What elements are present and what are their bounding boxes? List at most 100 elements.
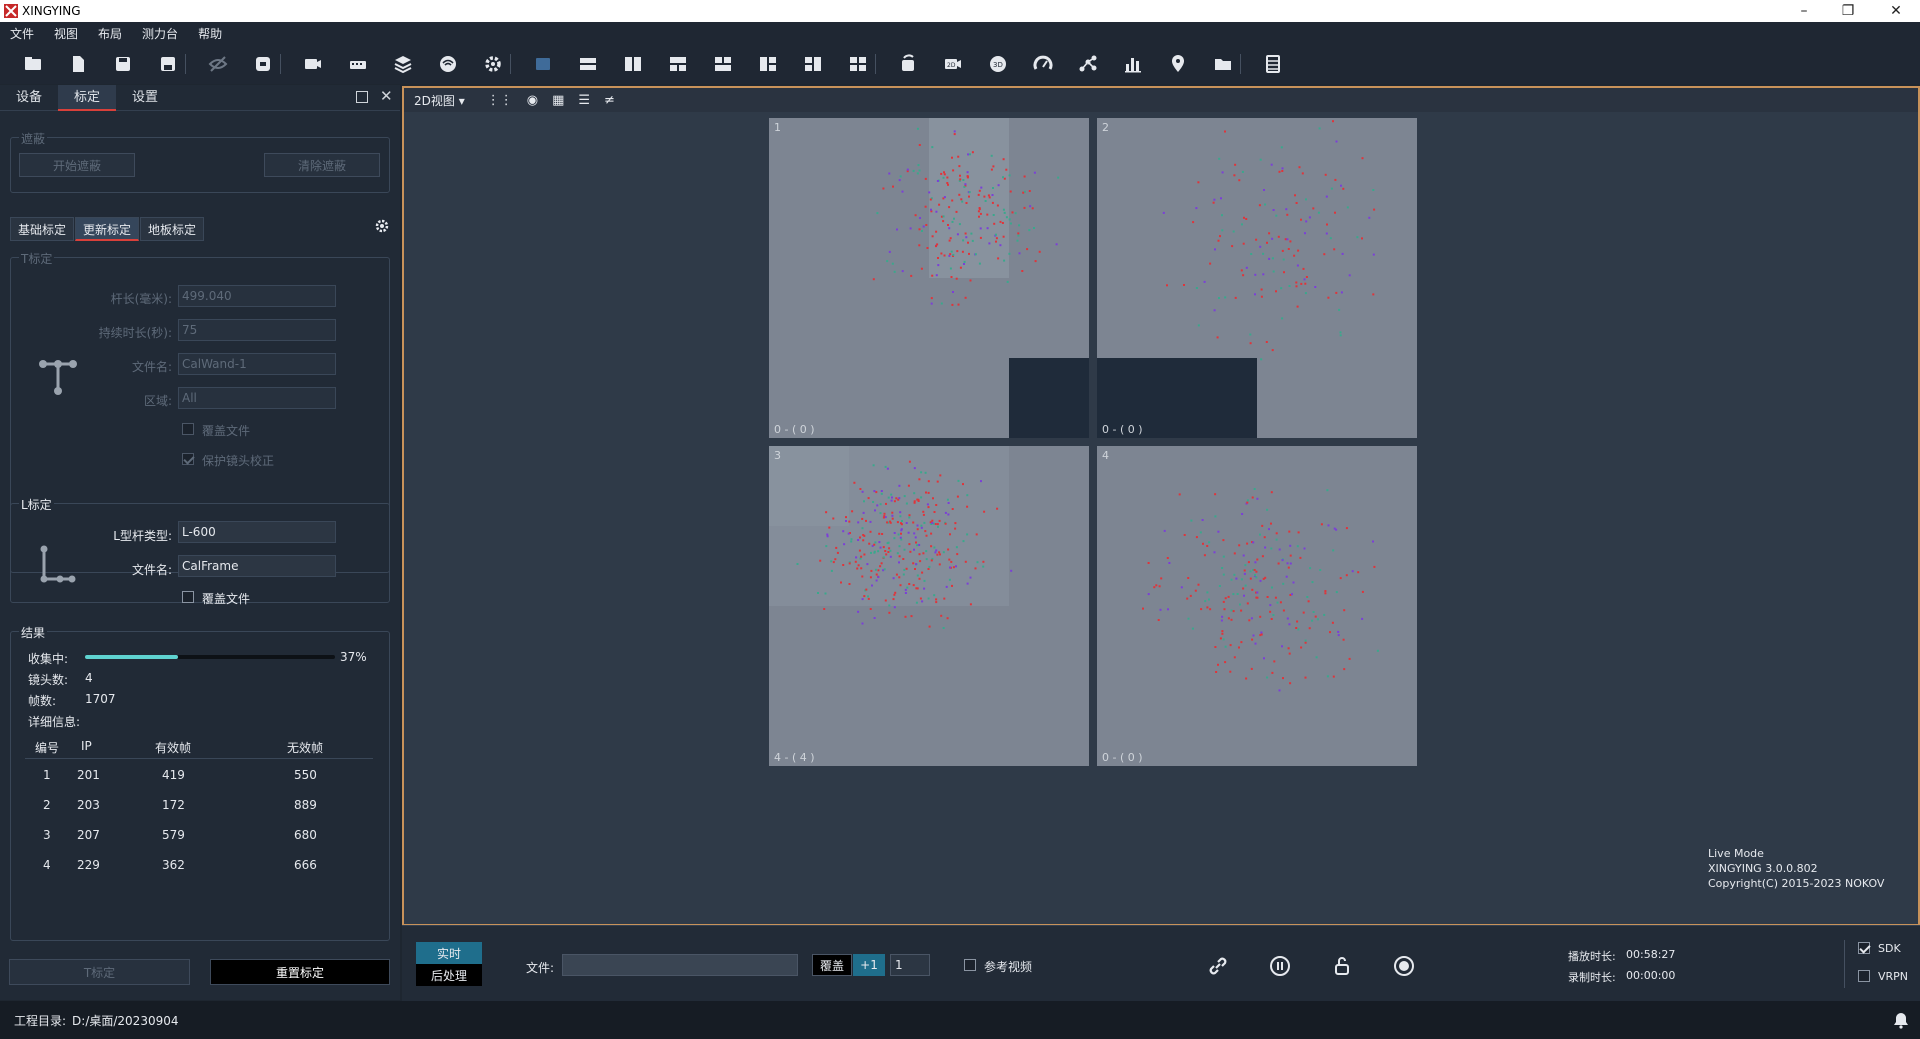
step-spinbox[interactable]: 1 xyxy=(890,954,930,976)
post-process-mode-button[interactable]: 后处理 xyxy=(416,964,482,986)
clear-mask-button[interactable]: 清除遮蔽 xyxy=(264,153,380,177)
settings-gear-icon[interactable] xyxy=(482,53,504,75)
view-mode-dropdown[interactable]: 2D视图 ▾ xyxy=(414,92,465,109)
layout-vertical-icon[interactable] xyxy=(622,53,644,75)
marker-point xyxy=(951,584,953,587)
marker-point xyxy=(1295,202,1298,204)
t-overwrite-checkbox[interactable] xyxy=(182,423,194,435)
gauge-icon[interactable] xyxy=(1032,53,1054,75)
refresh-icon[interactable] xyxy=(252,53,274,75)
visibility-off-icon[interactable] xyxy=(207,53,229,75)
folder-icon[interactable] xyxy=(1212,53,1234,75)
realtime-mode-button[interactable]: 实时 xyxy=(416,942,482,964)
file-field[interactable] xyxy=(562,954,798,976)
reset-calibration-button[interactable]: 重置标定 xyxy=(210,959,390,985)
open-folder-icon[interactable] xyxy=(22,53,44,75)
checker-grid-icon[interactable]: ▦ xyxy=(552,93,564,108)
start-mask-button[interactable]: 开始遮蔽 xyxy=(19,153,135,177)
layout-horizontal-icon[interactable] xyxy=(577,53,599,75)
filter-icon[interactable]: ≠ xyxy=(604,93,615,108)
layers-icon[interactable] xyxy=(392,53,414,75)
marker-point xyxy=(1266,676,1269,679)
close-window-button[interactable]: ✕ xyxy=(1876,0,1916,22)
marker-point xyxy=(887,496,890,499)
pause-icon[interactable] xyxy=(1268,954,1292,978)
menu-view[interactable]: 视图 xyxy=(44,25,88,42)
marker-point xyxy=(1197,181,1200,184)
wand-length-field[interactable]: 499.040 xyxy=(178,285,336,307)
skeleton-icon[interactable] xyxy=(1077,53,1099,75)
device-icon[interactable] xyxy=(347,53,369,75)
undock-icon[interactable] xyxy=(356,91,368,103)
link-icon[interactable] xyxy=(1206,954,1230,978)
marker-point xyxy=(1256,596,1259,599)
tab-floor-calibration[interactable]: 地板标定 xyxy=(140,217,205,241)
tab-update-calibration[interactable]: 更新标定 xyxy=(75,217,140,241)
camera-view-1[interactable]: 1 0 - ( 0 ) xyxy=(769,118,1089,438)
vrpn-checkbox[interactable] xyxy=(1858,970,1870,982)
marker-point xyxy=(931,235,934,238)
save-as-icon[interactable] xyxy=(157,53,179,75)
layout-quad-icon[interactable] xyxy=(847,53,869,75)
duration-field[interactable]: 75 xyxy=(178,319,336,341)
region-select[interactable]: All xyxy=(178,387,336,409)
tab-settings[interactable]: 设置 xyxy=(116,85,174,111)
marker-point xyxy=(872,501,875,503)
tab-basic-calibration[interactable]: 基础标定 xyxy=(10,217,75,241)
l-type-field[interactable]: L-600 xyxy=(178,521,336,543)
markers-icon[interactable]: ⋮⋮ xyxy=(487,93,513,108)
menu-file[interactable]: 文件 xyxy=(0,25,44,42)
layout-right-split-icon[interactable] xyxy=(802,53,824,75)
reference-video-checkbox[interactable] xyxy=(964,959,976,971)
restore-button[interactable]: ❐ xyxy=(1828,0,1868,22)
layout-left-split-icon[interactable] xyxy=(757,53,779,75)
wifi-icon[interactable] xyxy=(437,53,459,75)
camera-view-2[interactable]: 2 0 - ( 0 ) xyxy=(1097,118,1417,438)
l-filename-field[interactable]: CalFrame xyxy=(178,555,336,577)
camera-view-4[interactable]: 4 0 - ( 0 ) xyxy=(1097,446,1417,766)
marker-point xyxy=(1057,176,1060,179)
tab-calibration[interactable]: 标定 xyxy=(58,85,117,111)
view-3d-icon[interactable]: 3D xyxy=(987,53,1009,75)
bar-chart-icon[interactable] xyxy=(1122,53,1144,75)
camera-snapshot-icon[interactable]: ◉ xyxy=(527,93,538,108)
sdk-checkbox[interactable] xyxy=(1858,942,1870,954)
marker-point xyxy=(1224,296,1227,299)
notification-bell-icon[interactable] xyxy=(1892,1011,1910,1029)
unlock-icon[interactable] xyxy=(1330,954,1354,978)
calibration-settings-icon[interactable] xyxy=(374,218,390,234)
marker-point xyxy=(1305,198,1307,201)
marker-point xyxy=(1206,545,1209,547)
layout-top-split-icon[interactable] xyxy=(667,53,689,75)
overlay-button[interactable]: 覆盖 xyxy=(812,954,852,976)
list-panel-icon[interactable] xyxy=(1262,53,1284,75)
menu-forceplate[interactable]: 测力台 xyxy=(132,25,188,42)
save-icon[interactable] xyxy=(112,53,134,75)
close-panel-icon[interactable]: ✕ xyxy=(380,87,393,105)
layout-single-icon[interactable] xyxy=(532,53,554,75)
plus-one-button[interactable]: +1 xyxy=(853,954,885,976)
camera-view-3[interactable]: 3 4 - ( 4 ) xyxy=(769,446,1089,766)
location-pin-icon[interactable] xyxy=(1167,53,1189,75)
layout-bottom-split-icon[interactable] xyxy=(712,53,734,75)
t-calibrate-button[interactable]: T标定 xyxy=(9,959,190,985)
marker-point xyxy=(971,239,974,242)
menu-help[interactable]: 帮助 xyxy=(188,25,232,42)
view-2d-icon[interactable]: 2D xyxy=(942,53,964,75)
protect-lens-checkbox[interactable] xyxy=(182,453,194,465)
t-filename-field[interactable]: CalWand-1 xyxy=(178,353,336,375)
camera-off-icon[interactable] xyxy=(302,53,324,75)
tab-devices[interactable]: 设备 xyxy=(0,85,58,111)
menu-layout[interactable]: 布局 xyxy=(88,25,132,42)
rotate-camera-icon[interactable] xyxy=(897,53,919,75)
minimize-button[interactable]: – xyxy=(1784,0,1824,22)
record-icon[interactable] xyxy=(1392,954,1416,978)
marker-point xyxy=(1345,527,1348,530)
lines-icon[interactable]: ☰ xyxy=(578,93,590,108)
new-file-icon[interactable] xyxy=(67,53,89,75)
marker-point xyxy=(1256,591,1259,594)
l-overwrite-checkbox[interactable] xyxy=(182,591,194,603)
marker-point xyxy=(888,604,891,607)
viewport-2d[interactable]: 2D视图 ▾ ⋮⋮ ◉ ▦ ☰ ≠ 1 0 - ( 0 ) 2 0 - ( 0 … xyxy=(402,86,1920,926)
marker-point xyxy=(1325,232,1328,235)
